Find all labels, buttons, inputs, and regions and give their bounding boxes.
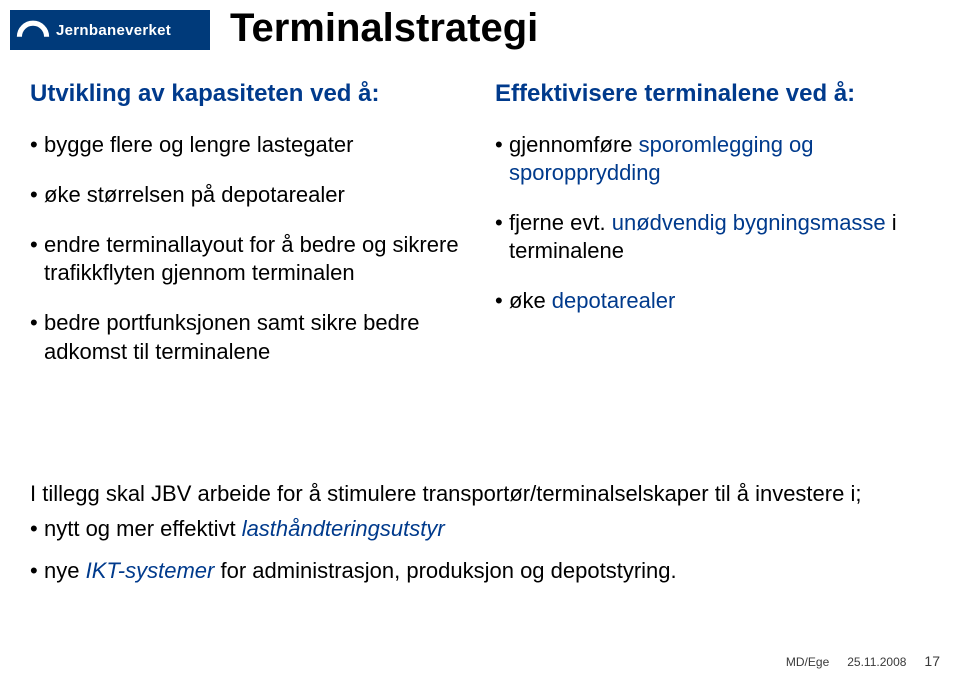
right-heading: Effektivisere terminalene ved å: <box>495 80 930 109</box>
list-item: gjennomføre sporomlegging og sporopprydd… <box>495 131 930 187</box>
two-column-layout: Utvikling av kapasiteten ved å: bygge fl… <box>30 80 930 388</box>
footer-page: 17 <box>924 653 940 669</box>
list-item: fjerne evt. unødvendig bygningsmasse i t… <box>495 209 930 265</box>
left-heading: Utvikling av kapasiteten ved å: <box>30 80 465 109</box>
item-prefix: øke <box>509 288 552 313</box>
list-item: bygge flere og lengre lastegater <box>30 131 465 159</box>
list-item: øke depotarealer <box>495 287 930 315</box>
item-accent: lasthåndteringsutstyr <box>242 516 445 541</box>
slide: Jernbaneverket Terminalstrategi Utviklin… <box>0 0 960 683</box>
arc-logo-icon <box>16 13 50 47</box>
list-item: bedre portfunksjonen samt sikre bedre ad… <box>30 309 465 365</box>
list-item: nye IKT-systemer for administrasjon, pro… <box>30 556 930 587</box>
item-prefix: nytt og mer effektivt <box>44 516 242 541</box>
item-accent: unødvendig bygningsmasse <box>612 210 886 235</box>
footer-author: MD/Ege <box>786 655 829 669</box>
brand-name: Jernbaneverket <box>56 22 171 39</box>
item-prefix: gjennomføre <box>509 132 639 157</box>
list-item: nytt og mer effektivt lasthåndteringsuts… <box>30 514 930 545</box>
bottom-list: nytt og mer effektivt lasthåndteringsuts… <box>30 514 930 588</box>
brand-bar: Jernbaneverket <box>10 10 210 50</box>
footer-date: 25.11.2008 <box>847 655 906 669</box>
list-item: endre terminallayout for å bedre og sikr… <box>30 231 465 287</box>
item-prefix: nye <box>44 558 86 583</box>
footer: MD/Ege 25.11.2008 17 <box>786 653 940 669</box>
right-column: Effektivisere terminalene ved å: gjennom… <box>495 80 930 388</box>
item-accent: depotarealer <box>552 288 676 313</box>
left-list: bygge flere og lengre lastegater øke stø… <box>30 131 465 366</box>
bottom-section: I tillegg skal JBV arbeide for å stimule… <box>30 480 930 599</box>
item-suffix: for administrasjon, produksjon og depots… <box>214 558 676 583</box>
right-list: gjennomføre sporomlegging og sporopprydd… <box>495 131 930 316</box>
item-accent: IKT-systemer <box>86 558 215 583</box>
bottom-lead: I tillegg skal JBV arbeide for å stimule… <box>30 480 930 508</box>
page-title: Terminalstrategi <box>230 6 538 51</box>
item-prefix: fjerne evt. <box>509 210 612 235</box>
left-column: Utvikling av kapasiteten ved å: bygge fl… <box>30 80 465 388</box>
list-item: øke størrelsen på depotarealer <box>30 181 465 209</box>
